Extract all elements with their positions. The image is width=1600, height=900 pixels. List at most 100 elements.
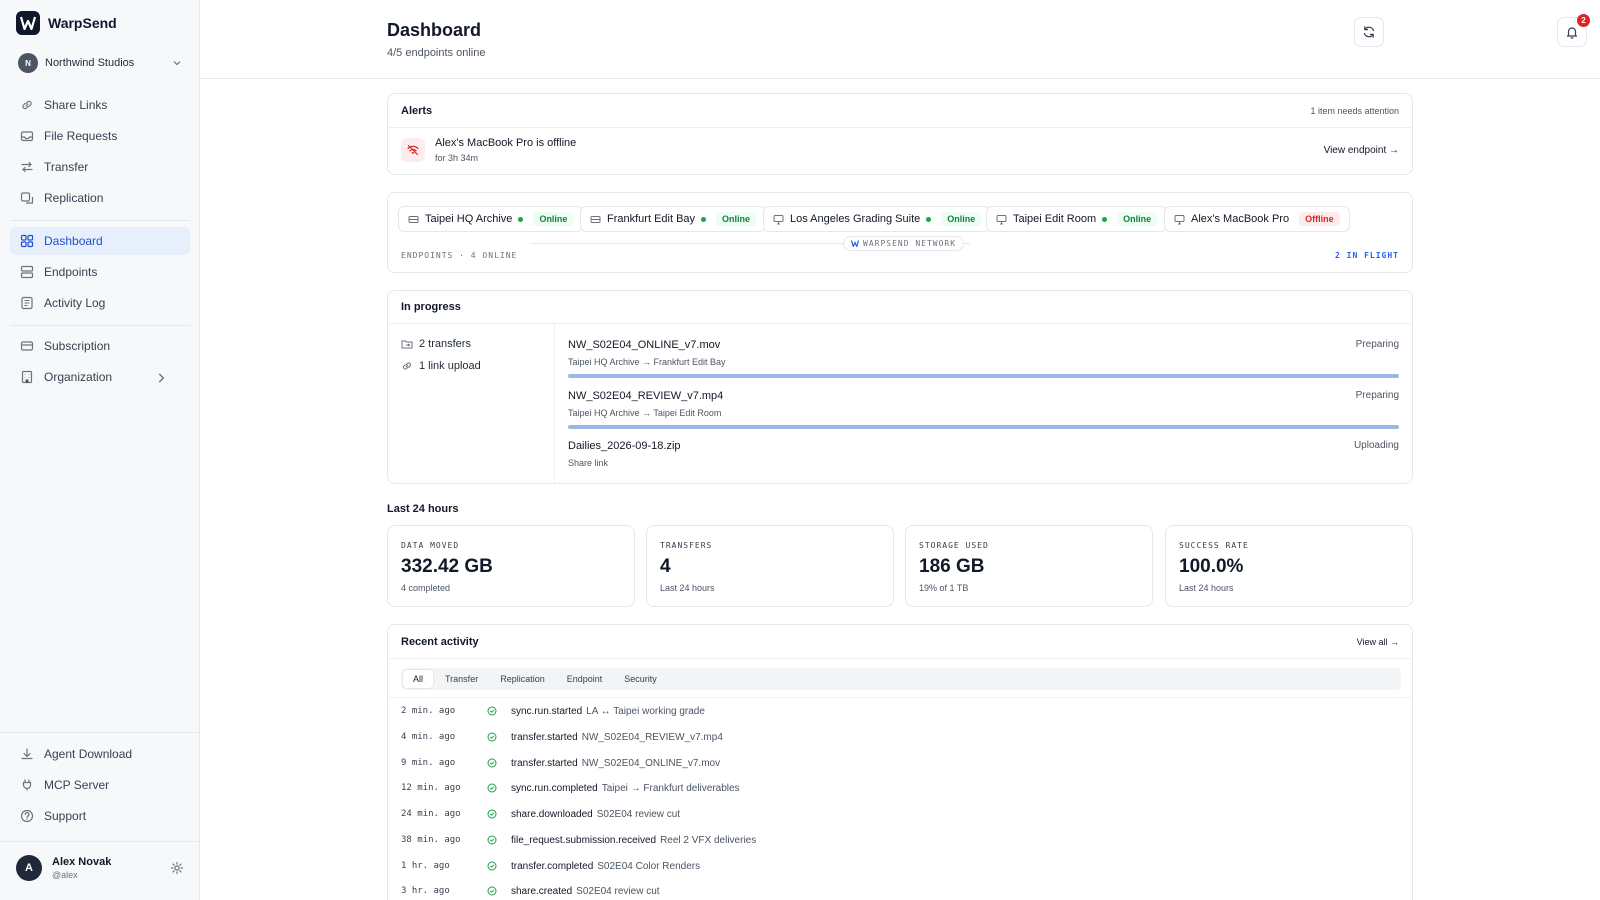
credit-card-icon <box>20 341 34 351</box>
page-title: Dashboard <box>387 20 482 40</box>
activity-row[interactable]: 3 hr. ago share.created S02E04 review cu… <box>401 881 660 900</box>
endpoint-name: Los Angeles Grading Suite <box>790 213 921 225</box>
activity-row[interactable]: 9 min. ago transfer.started NW_S02E04_ON… <box>401 753 720 773</box>
in-progress-summary: 2 transfers 1 link upload <box>388 324 555 483</box>
stat-sub: 4 completed <box>401 583 451 593</box>
activity-event: transfer.started <box>511 731 578 743</box>
view-all-link[interactable]: View all → <box>1357 637 1399 647</box>
gear-icon[interactable] <box>170 861 184 875</box>
nav-label: Agent Download <box>44 747 133 761</box>
stat-value: 4 <box>660 556 671 577</box>
progress-bar <box>568 374 1399 378</box>
activity-row[interactable]: 4 min. ago transfer.started NW_S02E04_RE… <box>401 727 723 747</box>
nav-divider <box>10 325 190 326</box>
stat-label: SUCCESS RATE <box>1179 541 1249 550</box>
activity-tabs: All Transfer Replication Endpoint Securi… <box>401 668 1401 690</box>
activity-row[interactable]: 1 hr. ago transfer.completed S02E04 Colo… <box>401 856 700 876</box>
help-circle-icon <box>20 809 34 823</box>
nav-label: Support <box>44 809 87 823</box>
activity-row[interactable]: 38 min. ago file_request.submission.rece… <box>401 830 756 850</box>
tab-transfer[interactable]: Transfer <box>435 670 488 688</box>
wifi-off-icon <box>401 138 425 162</box>
endpoint-name: Frankfurt Edit Bay <box>607 213 696 225</box>
transfers-summary[interactable]: 2 transfers <box>401 338 541 350</box>
stat-value: 186 GB <box>919 556 985 577</box>
nav-organization[interactable]: Organization <box>10 363 190 391</box>
nav-transfer[interactable]: Transfer <box>10 153 190 181</box>
activity-row[interactable]: 2 min. ago sync.run.started LA ↔ Taipei … <box>401 701 705 721</box>
nav-file-requests[interactable]: File Requests <box>10 122 190 150</box>
check-circle-icon <box>487 861 497 871</box>
nav-dashboard[interactable]: Dashboard <box>10 227 190 255</box>
activity-event: share.downloaded <box>511 808 593 820</box>
stats-section-title: Last 24 hours <box>387 503 459 515</box>
server-icon <box>20 265 34 279</box>
nav-subscription[interactable]: Subscription <box>10 332 190 360</box>
refresh-button[interactable] <box>1354 17 1384 47</box>
org-avatar: N <box>18 53 38 73</box>
nav-endpoints[interactable]: Endpoints <box>10 258 190 286</box>
nav-replication[interactable]: Replication <box>10 184 190 212</box>
stat-sub: Last 24 hours <box>660 583 715 593</box>
nav-share-links[interactable]: Share Links <box>10 91 190 119</box>
tab-all[interactable]: All <box>403 670 434 688</box>
nav-label: Activity Log <box>44 296 106 310</box>
stat-card-transfers: TRANSFERS 4 Last 24 hours <box>646 525 894 607</box>
arrows-swap-icon <box>21 161 33 173</box>
endpoint-chip[interactable]: Alex's MacBook Pro Offline <box>1164 206 1350 232</box>
endpoint-name: Alex's MacBook Pro <box>1191 213 1290 225</box>
upload-item[interactable]: Dailies_2026-09-18.zip Share link Upload… <box>568 440 1399 468</box>
refresh-icon <box>1363 26 1375 38</box>
endpoint-name: Taipei Edit Room <box>1013 213 1097 225</box>
activity-desc: S02E04 review cut <box>576 885 660 897</box>
recent-activity-card: Recent activity View all → All Transfer … <box>387 624 1413 900</box>
activity-time: 4 min. ago <box>401 732 456 742</box>
tab-replication[interactable]: Replication <box>490 670 555 688</box>
divider <box>388 697 1412 698</box>
nav-support[interactable]: Support <box>10 802 190 830</box>
endpoint-chip[interactable]: Frankfurt Edit Bay Online <box>580 206 767 232</box>
activity-row[interactable]: 12 min. ago sync.run.completed Taipei → … <box>401 778 740 798</box>
upload-state: Uploading <box>1353 440 1399 451</box>
transfer-item[interactable]: NW_S02E04_REVIEW_v7.mp4 Taipei HQ Archiv… <box>568 390 1399 429</box>
in-flight-count: 2 IN FLIGHT <box>1335 251 1399 260</box>
warpsend-logo-icon <box>16 11 40 35</box>
nav-activity-log[interactable]: Activity Log <box>10 289 190 317</box>
endpoint-chip[interactable]: Los Angeles Grading Suite Online <box>763 206 992 232</box>
sidebar: WarpSend N Northwind Studios Share Links… <box>0 0 200 900</box>
uploads-count: 1 link upload <box>419 360 481 372</box>
stat-sub: Last 24 hours <box>1179 583 1234 593</box>
nav-label: Dashboard <box>44 234 103 248</box>
nav-mcp-server[interactable]: MCP Server <box>10 771 190 799</box>
user-profile[interactable]: A Alex Novak @alex <box>16 855 184 881</box>
activity-row[interactable]: 24 min. ago share.downloaded S02E04 revi… <box>401 804 680 824</box>
status-badge: Online <box>1117 212 1158 226</box>
progress-bar <box>568 425 1399 429</box>
endpoints-online-count: ENDPOINTS · 4 ONLINE <box>401 251 518 260</box>
nav-label: Transfer <box>44 160 89 174</box>
brand[interactable]: WarpSend <box>16 11 117 35</box>
check-circle-icon <box>487 732 497 742</box>
nav-label: Subscription <box>44 339 111 353</box>
org-switcher[interactable]: N Northwind Studios <box>18 53 182 73</box>
building-icon <box>21 370 33 384</box>
folder-arrow-icon <box>401 340 413 349</box>
tab-security[interactable]: Security <box>614 670 667 688</box>
view-endpoint-link[interactable]: View endpoint → <box>1324 145 1399 156</box>
transfer-name: NW_S02E04_REVIEW_v7.mp4 <box>568 390 724 402</box>
notifications-button[interactable]: 2 <box>1557 14 1590 47</box>
activity-desc: NW_S02E04_ONLINE_v7.mov <box>581 757 721 769</box>
alert-title: Alex's MacBook Pro is offline <box>435 137 577 149</box>
uploads-summary[interactable]: 1 link upload <box>401 360 541 372</box>
activity-event: sync.run.completed <box>511 782 598 794</box>
endpoint-chip[interactable]: Taipei Edit Room Online <box>986 206 1168 232</box>
nav-agent-download[interactable]: Agent Download <box>10 740 190 768</box>
in-progress-header: In progress <box>388 291 1412 324</box>
endpoint-chip[interactable]: Taipei HQ Archive Online <box>398 206 584 232</box>
transfer-item[interactable]: NW_S02E04_ONLINE_v7.mov Taipei HQ Archiv… <box>568 339 1399 378</box>
tab-endpoint[interactable]: Endpoint <box>557 670 613 688</box>
chevron-down-icon <box>173 61 181 66</box>
activity-title: Recent activity <box>401 635 479 648</box>
nav-label: File Requests <box>44 129 118 143</box>
nav-label: Endpoints <box>44 265 98 279</box>
